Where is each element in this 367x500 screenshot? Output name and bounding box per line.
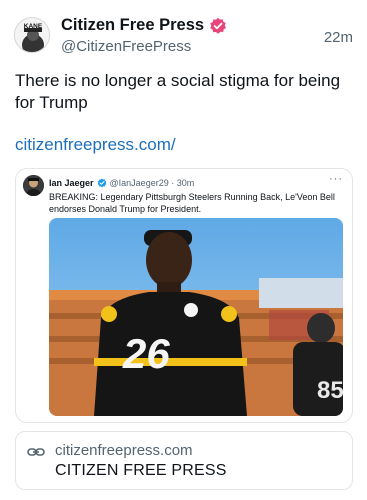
quoted-author-avatar[interactable] (23, 175, 44, 196)
quoted-verified-icon (97, 178, 107, 188)
quoted-author-name[interactable]: Ian Jaeger (49, 178, 94, 188)
quoted-post-header: Ian Jaeger @IanJaeger29 · 30m (49, 178, 194, 188)
quoted-post-text: BREAKING: Legendary Pittsburgh Steelers … (49, 192, 335, 214)
quoted-post-image[interactable]: 85 26 (49, 218, 343, 416)
link-card-domain: citizenfreepress.com (55, 442, 193, 459)
background-jersey-number: 85 (317, 377, 343, 404)
verified-badge-icon (209, 17, 227, 35)
link-card-title: CITIZEN FREE PRESS (55, 462, 227, 479)
author-avatar[interactable]: KANE (14, 17, 50, 53)
player-jersey-number: 26 (122, 330, 170, 377)
post-text: There is no longer a social stigma for b… (15, 71, 341, 112)
author-display-name[interactable]: Citizen Free Press (61, 16, 227, 35)
link-preview-card[interactable]: citizenfreepress.com CITIZEN FREE PRESS (15, 431, 353, 490)
post-link[interactable]: citizenfreepress.com/ (15, 135, 176, 155)
post-timestamp[interactable]: 22m (324, 29, 353, 46)
quoted-author-handle-time[interactable]: @IanJaeger29 · 30m (110, 178, 195, 188)
avatar-logo-text: KANE (24, 23, 43, 30)
author-handle[interactable]: @CitizenFreePress (61, 38, 191, 55)
link-icon (27, 445, 45, 459)
more-options-icon[interactable]: ··· (329, 173, 343, 185)
author-display-name-text: Citizen Free Press (61, 16, 205, 34)
quoted-post-card[interactable]: Ian Jaeger @IanJaeger29 · 30m ··· BREAKI… (15, 168, 353, 423)
